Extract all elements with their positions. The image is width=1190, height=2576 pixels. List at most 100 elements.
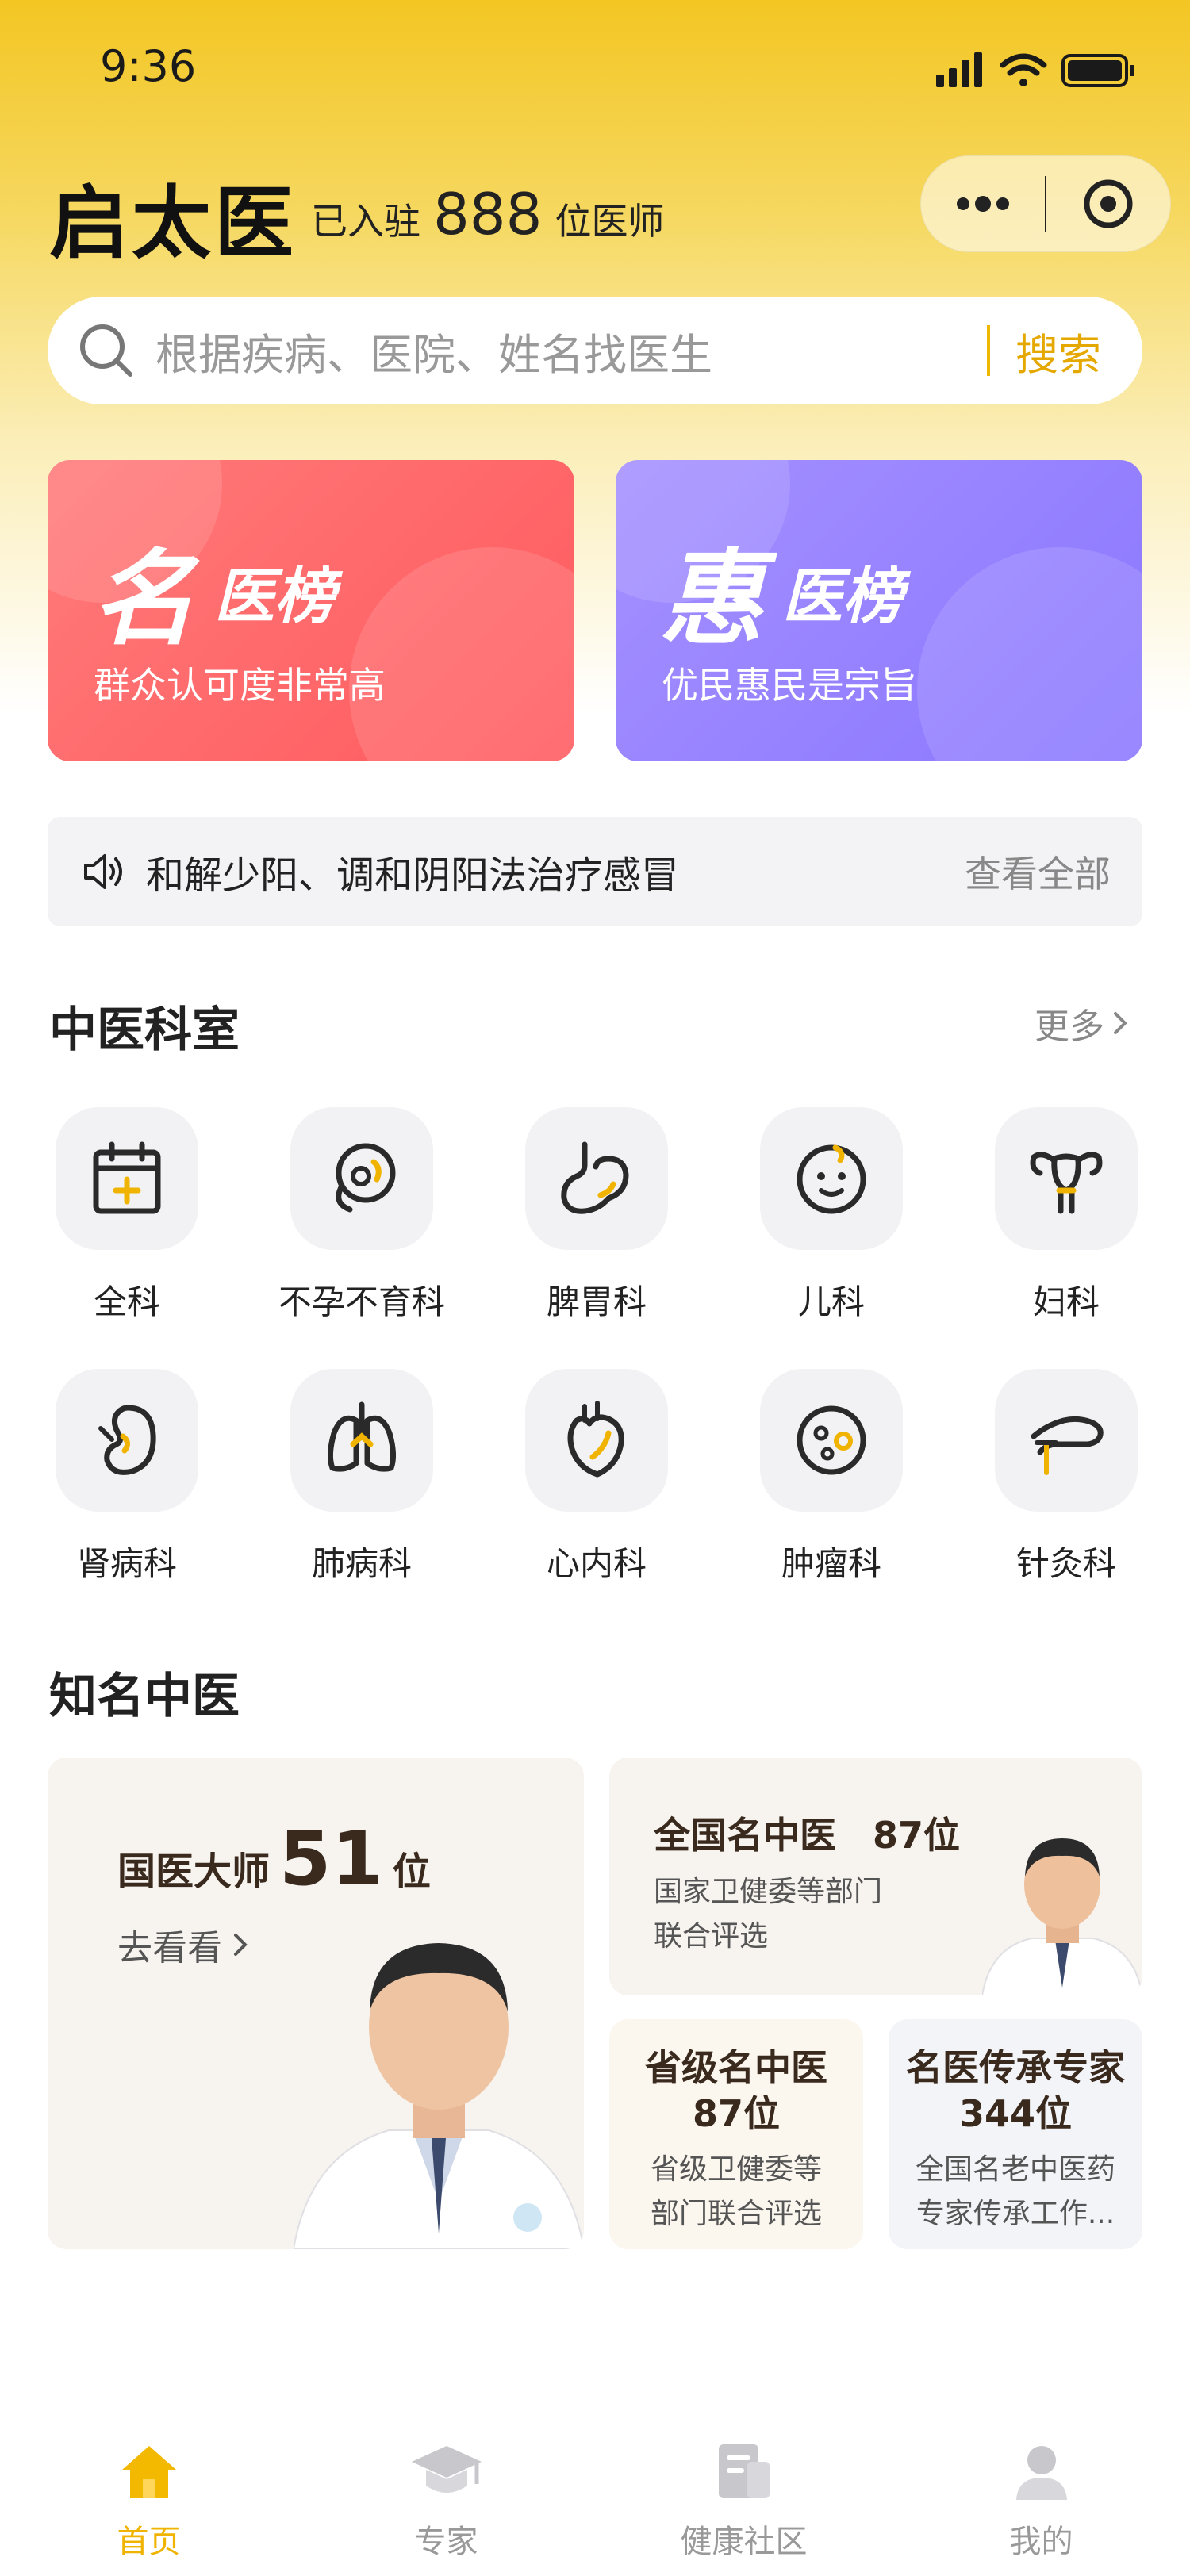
notice-text: 和解少阳、调和阴阳法治疗感冒 [146,853,680,898]
dept-tile [56,1369,198,1512]
notice-bar[interactable]: 和解少阳、调和阴阳法治疗感冒 查看全部 [48,817,1142,926]
national-desc-line1: 国家卫健委等部门 [654,1876,883,1908]
dept-infertility[interactable]: 不孕不育科 [274,1107,449,1324]
search-bar[interactable]: 根据疾病、医院、姓名找医生 搜索 [48,297,1142,404]
dept-tile [290,1107,433,1250]
dept-tile [290,1369,433,1512]
famous-doctor-ranking-card[interactable]: 名 医榜 群众认可度非常高 [48,460,574,761]
dept-tile [525,1107,668,1250]
tab-home[interactable]: 首页 [0,2417,298,2576]
target-icon [1084,179,1133,228]
dept-tile [995,1369,1138,1512]
heart-icon [567,1401,624,1478]
inheritance-expert-card[interactable]: 名医传承专家 344位 全国名老中医药 专家传承工作... [889,2019,1142,2249]
dept-tile [760,1369,903,1512]
inheritance-desc-line1: 全国名老中医药 [915,2153,1115,2186]
provincial-title: 省级名中医 [645,2046,827,2089]
master-count: 51 [279,1816,383,1903]
view-all-link[interactable]: 查看全部 [965,845,1111,898]
provincial-desc-line1: 省级卫健委等 [650,2153,822,2186]
go-see-label: 去看看 [117,1928,222,1968]
dept-spleen-stomach[interactable]: 脾胃科 [509,1107,684,1324]
speaker-icon [84,854,122,889]
kidney-icon [98,1405,156,1475]
close-miniprogram-button[interactable] [1046,156,1170,251]
card-decoration [349,547,574,761]
card-decoration [917,547,1142,761]
national-desc: 国家卫健委等部门 联合评选 [654,1870,882,1959]
signal-icon [936,52,982,87]
dept-oncology[interactable]: 肿瘤科 [744,1369,919,1585]
tab-community[interactable]: 健康社区 [595,2417,892,2576]
joined-doctors: 已入驻 888 位医师 [311,181,664,247]
inheritance-title: 名医传承专家 [906,2046,1125,2089]
tab-experts[interactable]: 专家 [298,2417,595,2576]
user-icon [1015,2446,1067,2500]
departments-title: 中医科室 [49,1002,240,1058]
inheritance-desc-line2: 专家传承工作... [916,2198,1115,2230]
provincial-desc: 省级卫健委等 部门联合评选 [609,2148,863,2237]
inheritance-title-block: 名医传承专家 344位 [889,2045,1142,2137]
rank-card-subtitle: 医榜 [782,561,903,631]
search-button[interactable]: 搜索 [1015,320,1101,382]
provincial-famous-card[interactable]: 省级名中医 87位 省级卫健委等 部门联合评选 [609,2019,863,2249]
national-famous-card[interactable]: 全国名中医 87位 国家卫健委等部门 联合评选 [609,1758,1142,1995]
chevron-right-icon [234,1934,248,1956]
rank-card-description: 群众认可度非常高 [94,664,386,707]
famous-title: 知名中医 [49,1669,240,1724]
doctor-portrait [294,1943,584,2249]
battery-icon [1061,54,1134,87]
document-icon [718,2444,770,2498]
doctor-count: 888 [433,181,543,247]
dept-nephrology[interactable]: 肾病科 [40,1369,214,1585]
dept-tile [995,1107,1138,1250]
dept-label: 肺病科 [311,1544,412,1583]
dept-pulmonology[interactable]: 肺病科 [274,1369,449,1585]
tab-label: 首页 [117,2524,181,2560]
miniprogram-capsule [920,155,1171,252]
dept-general[interactable]: 全科 [40,1107,214,1324]
graduation-cap-icon [411,2446,482,2493]
dept-label: 肾病科 [76,1544,177,1583]
rank-card-big-char: 名 [92,539,196,659]
wifi-icon [1000,53,1047,86]
dept-tile [760,1107,903,1250]
dept-acupuncture[interactable]: 针灸科 [979,1369,1154,1585]
joined-suffix: 位医师 [555,200,665,243]
rank-card-description: 优民惠民是宗旨 [662,664,917,707]
dept-label: 心内科 [546,1544,647,1583]
dept-gynecology[interactable]: 妇科 [979,1107,1154,1324]
tab-label: 专家 [414,2524,478,2560]
national-title: 全国名中医 87位 [654,1814,961,1857]
more-options-button[interactable] [921,156,1045,251]
provincial-desc-line2: 部门联合评选 [650,2198,822,2230]
search-separator [987,325,990,376]
master-title: 国医大师 [117,1850,271,1894]
inheritance-desc: 全国名老中医药 专家传承工作... [889,2148,1142,2237]
fetus-icon [336,1143,396,1213]
national-master-card[interactable]: 国医大师 51 位 去看看 [48,1758,584,2249]
dept-cardiology[interactable]: 心内科 [509,1369,684,1585]
provincial-title-block: 省级名中医 87位 [609,2045,863,2137]
more-label: 更多 [1035,1006,1104,1047]
tab-mine[interactable]: 我的 [892,2417,1190,2576]
dept-tile [525,1369,668,1512]
app-title: 启太医 [49,177,297,270]
dept-label: 全科 [93,1282,160,1321]
dept-pediatrics[interactable]: 儿科 [744,1107,919,1324]
dept-label: 儿科 [797,1282,865,1321]
provincial-count: 87位 [692,2092,780,2135]
benefit-doctor-ranking-card[interactable]: 惠 医榜 优民惠民是宗旨 [616,460,1142,761]
acupuncture-icon [1031,1416,1104,1475]
dept-label: 肿瘤科 [781,1544,881,1583]
departments-more-link[interactable]: 更多 [1035,998,1130,1048]
search-input[interactable]: 根据疾病、医院、姓名找医生 [155,320,962,382]
go-see-link[interactable]: 去看看 [117,1919,249,1970]
master-heading: 国医大师 51 位 [117,1816,431,1903]
dept-label: 不孕不育科 [278,1282,445,1321]
joined-prefix: 已入驻 [311,200,420,243]
inheritance-count: 344位 [958,2092,1073,2135]
status-icons [936,52,1134,87]
dept-tile [56,1107,198,1250]
home-icon [121,2446,176,2498]
